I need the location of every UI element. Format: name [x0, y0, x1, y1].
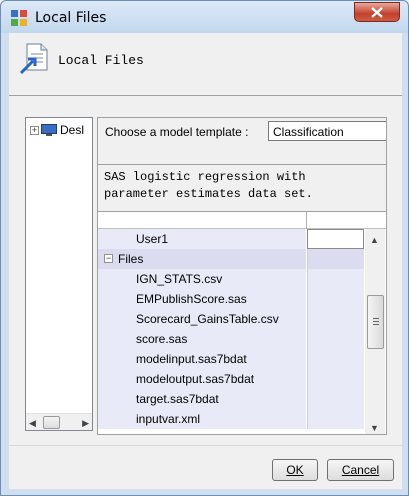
- grid-row[interactable]: EMPublishScore.sas: [98, 289, 364, 309]
- template-selected-value: Classification: [273, 125, 344, 139]
- scroll-thumb[interactable]: [367, 295, 384, 349]
- grid-row-value: [307, 249, 364, 269]
- grid-row-name: score.sas: [98, 329, 306, 349]
- grid-row-name: modelinput.sas7bdat: [98, 349, 306, 369]
- grid-row[interactable]: modeloutput.sas7bdat: [98, 369, 364, 389]
- template-panel: Choose a model template : Classification…: [97, 117, 387, 435]
- grid-row-value: [307, 349, 364, 369]
- file-tree[interactable]: + Desl ◀ ▶: [25, 117, 93, 431]
- scroll-left-icon[interactable]: ◀: [29, 418, 36, 429]
- grid-row-name: User1: [98, 229, 306, 249]
- close-button[interactable]: [354, 2, 400, 22]
- grid-row-label: modeloutput.sas7bdat: [136, 372, 255, 386]
- grid-row[interactable]: modelinput.sas7bdat: [98, 349, 364, 369]
- ok-button[interactable]: OK: [272, 459, 318, 481]
- collapse-icon[interactable]: −: [104, 254, 113, 263]
- grid-row[interactable]: inputvar.xml: [98, 409, 364, 429]
- grid-row-name: IGN_STATS.csv: [98, 269, 306, 289]
- grid-row-value: [307, 269, 364, 289]
- window-title: Local Files: [35, 10, 107, 26]
- grid-row-value[interactable]: [307, 229, 364, 249]
- grid-row[interactable]: User1: [98, 229, 364, 249]
- grid-row-value: [307, 389, 364, 409]
- app-icon: [11, 10, 27, 26]
- dialog-header: Local Files: [9, 33, 402, 89]
- tree-item-desktop[interactable]: + Desl: [30, 123, 84, 137]
- property-grid: User1 Files − IGN_STATS.csv EMPublishScore.s…: [98, 211, 386, 434]
- grid-row-label: EMPublishScore.sas: [136, 292, 247, 306]
- grid-row-name: Files: [98, 249, 306, 269]
- grid-row-label: score.sas: [136, 332, 188, 346]
- template-select[interactable]: Classification: [268, 121, 386, 141]
- scroll-up-icon[interactable]: ▲: [370, 235, 379, 245]
- grid-row-value: [307, 369, 364, 389]
- template-label: Choose a model template :: [105, 125, 249, 139]
- cancel-button[interactable]: Cancel: [327, 459, 394, 481]
- title-bar[interactable]: Local Files: [1, 1, 408, 33]
- grid-row[interactable]: Scorecard_GainsTable.csv: [98, 309, 364, 329]
- desktop-icon: [41, 124, 57, 136]
- header-divider: [9, 95, 402, 96]
- grid-row-name: modeloutput.sas7bdat: [98, 369, 306, 389]
- footer-divider: [9, 445, 402, 446]
- grid-row-label: Scorecard_GainsTable.csv: [136, 312, 279, 326]
- expand-icon[interactable]: +: [30, 125, 39, 135]
- close-icon: [371, 6, 383, 18]
- grid-row-name: Scorecard_GainsTable.csv: [98, 309, 306, 329]
- grid-row-value: [307, 289, 364, 309]
- grid-row-value: [307, 329, 364, 349]
- header-title: Local Files: [58, 53, 144, 68]
- grid-row[interactable]: target.sas7bdat: [98, 389, 364, 409]
- grid-row-label: target.sas7bdat: [136, 392, 219, 406]
- grid-row-label: inputvar.xml: [136, 412, 201, 426]
- dialog-body: Local Files + Desl ◀ ▶ Choose a model te…: [9, 33, 402, 489]
- tree-horizontal-scrollbar[interactable]: ◀ ▶: [26, 413, 92, 430]
- scroll-thumb[interactable]: [43, 416, 60, 429]
- scroll-down-icon[interactable]: ▼: [370, 423, 379, 433]
- grid-row[interactable]: IGN_STATS.csv: [98, 269, 364, 289]
- scroll-right-icon[interactable]: ▶: [82, 418, 89, 429]
- grid-header: [98, 212, 386, 229]
- local-files-icon: [19, 43, 48, 75]
- grid-row-label: modelinput.sas7bdat: [136, 352, 247, 366]
- template-chooser: Choose a model template : Classification: [98, 118, 386, 164]
- grid-row-value: [307, 409, 364, 429]
- dialog-window: Local Files Local Files + Desl ◀ ▶ Choos…: [0, 0, 409, 496]
- grip-icon: [373, 318, 379, 319]
- grid-row-label: IGN_STATS.csv: [136, 272, 223, 286]
- grid-row-label: Files: [118, 252, 144, 266]
- template-description: SAS logistic regression with parameter e…: [104, 170, 313, 201]
- tree-item-label: Desl: [60, 123, 85, 137]
- grid-row-label: User1: [136, 232, 169, 246]
- grid-rows: User1 Files − IGN_STATS.csv EMPublishScore.s…: [98, 229, 364, 429]
- grid-row-value: [307, 309, 364, 329]
- grid-row-name: inputvar.xml: [98, 409, 306, 429]
- grid-vertical-scrollbar[interactable]: ▲ ▼: [365, 229, 385, 434]
- grid-row-name: target.sas7bdat: [98, 389, 306, 409]
- grid-row[interactable]: score.sas: [98, 329, 364, 349]
- column-separator[interactable]: [306, 212, 307, 229]
- grid-group-row[interactable]: Files −: [98, 249, 364, 269]
- grid-row-name: EMPublishScore.sas: [98, 289, 306, 309]
